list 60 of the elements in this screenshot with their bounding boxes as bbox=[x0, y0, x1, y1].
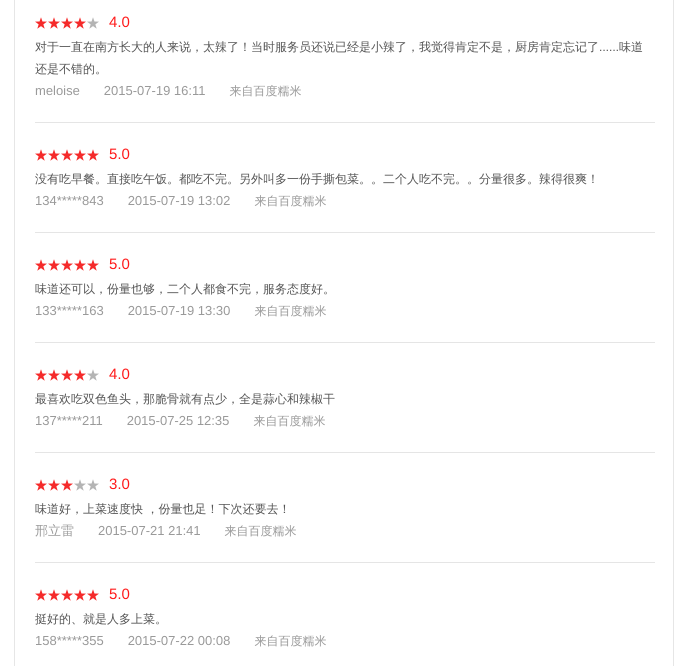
review-text: 对于一直在南方长大的人来说，太辣了！当时服务员还说已经是小辣了，我觉得肯定不是，厨房肯定忘记了......味道还是不错的。 bbox=[35, 39, 644, 78]
review-author: meloise bbox=[35, 82, 80, 100]
review-time: 2015-07-19 16:11 bbox=[104, 82, 206, 100]
star-icon bbox=[48, 589, 60, 601]
review-source: 来自百度糯米 bbox=[253, 413, 326, 430]
star-icon bbox=[87, 479, 99, 491]
rating-score: 4.0 bbox=[109, 15, 130, 31]
rating-score: 4.0 bbox=[109, 367, 130, 383]
star-icon bbox=[48, 479, 60, 491]
review-source: 来自百度糯米 bbox=[254, 193, 326, 210]
star-icon bbox=[35, 369, 47, 381]
review-text: 味道好，上菜速度快 ，份量也足！下次还要去！ bbox=[35, 501, 292, 518]
review-text: 没有吃早餐。直接吃午饭。都吃不完。另外叫多一份手撕包菜。。二个人吃不完。。分量很多。辣得很爽！ bbox=[35, 171, 600, 188]
star-icon bbox=[35, 479, 47, 491]
review-source: 来自百度糯米 bbox=[224, 523, 297, 540]
review-text: 味道还可以，份量也够，二个人都食不完，服务态度好。 bbox=[35, 281, 336, 298]
star-icon bbox=[87, 259, 99, 271]
review-author: 邢立雷 bbox=[35, 522, 74, 540]
star-icon bbox=[87, 149, 99, 161]
star-icon bbox=[35, 589, 47, 601]
rating-score: 5.0 bbox=[109, 257, 130, 273]
star-icon bbox=[35, 17, 47, 29]
star-icon bbox=[48, 369, 60, 381]
star-icon bbox=[61, 149, 73, 161]
review-source: 来自百度糯米 bbox=[229, 83, 302, 100]
review-time: 2015-07-19 13:02 bbox=[128, 192, 230, 210]
review-source: 来自百度糯米 bbox=[254, 303, 326, 320]
star-icon bbox=[74, 479, 86, 491]
star-icon bbox=[61, 259, 73, 271]
star-icon bbox=[35, 259, 47, 271]
rating-score: 5.0 bbox=[109, 587, 130, 603]
review-author: 134*****843 bbox=[35, 192, 104, 210]
review-time: 2015-07-22 00:08 bbox=[128, 632, 230, 650]
review-text: 挺好的、就是人多上菜。 bbox=[35, 611, 168, 628]
rating-score: 5.0 bbox=[109, 147, 130, 163]
review-text: 最喜欢吃双色鱼头，那脆骨就有点少，全是蒜心和辣椒干 bbox=[35, 391, 336, 408]
star-icon bbox=[48, 17, 60, 29]
star-icon bbox=[61, 479, 73, 491]
star-icon bbox=[35, 149, 47, 161]
star-icon bbox=[87, 17, 99, 29]
star-icon bbox=[74, 589, 86, 601]
star-icon bbox=[74, 259, 86, 271]
review-author: 137*****211 bbox=[35, 412, 103, 430]
star-icon bbox=[48, 149, 60, 161]
star-icon bbox=[74, 149, 86, 161]
review-author: 158*****355 bbox=[35, 632, 104, 650]
review-source: 来自百度糯米 bbox=[254, 633, 326, 650]
star-icon bbox=[87, 589, 99, 601]
star-icon bbox=[61, 589, 73, 601]
review-time: 2015-07-19 13:30 bbox=[128, 302, 230, 320]
star-icon bbox=[87, 369, 99, 381]
star-icon bbox=[61, 17, 73, 29]
star-icon bbox=[74, 17, 86, 29]
review-time: 2015-07-25 12:35 bbox=[126, 412, 230, 430]
review-author: 133*****163 bbox=[35, 302, 104, 320]
star-icon bbox=[74, 369, 86, 381]
rating-score: 3.0 bbox=[109, 477, 130, 493]
review-time: 2015-07-21 21:41 bbox=[98, 522, 201, 540]
star-icon bbox=[61, 369, 73, 381]
star-icon bbox=[48, 259, 60, 271]
